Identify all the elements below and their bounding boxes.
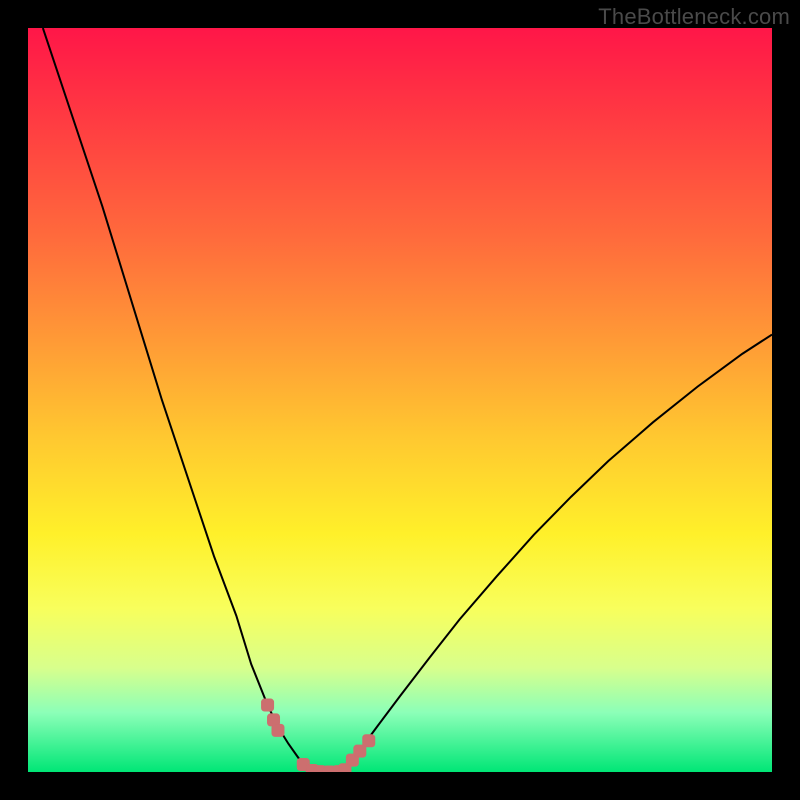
plot-area [28, 28, 772, 772]
curve-layer [28, 28, 772, 772]
marker-point [363, 735, 375, 747]
chart-frame: TheBottleneck.com [0, 0, 800, 800]
marker-point [272, 724, 284, 736]
marker-point [354, 745, 366, 757]
trough-markers [262, 699, 375, 772]
watermark-text: TheBottleneck.com [598, 4, 790, 30]
marker-point [262, 699, 274, 711]
bottleneck-curve [43, 28, 772, 772]
